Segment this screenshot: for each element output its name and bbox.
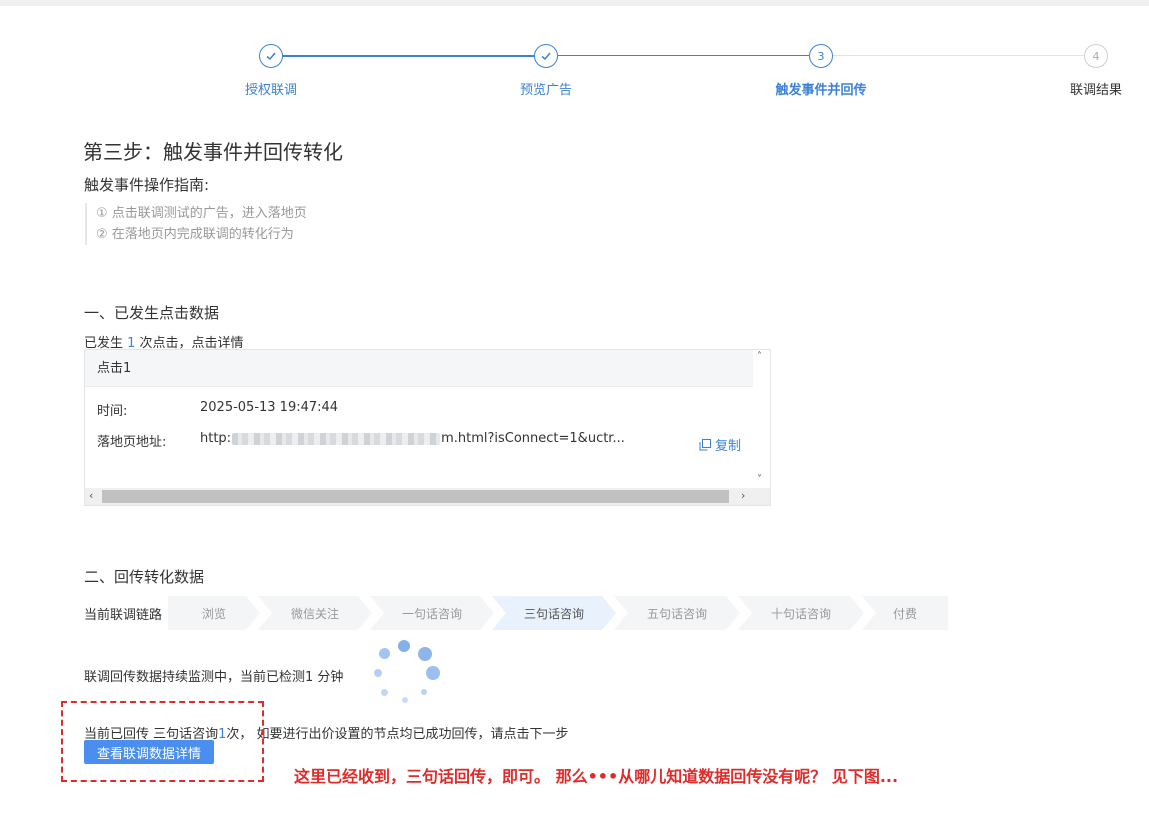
step-4-number: 4 (1084, 44, 1108, 68)
step-line-2 (558, 55, 809, 56)
scroll-left-icon[interactable]: ‹ (89, 489, 93, 502)
chain-item-three-sentence: 三句话咨询 (492, 596, 616, 630)
chain-item-browse: 浏览 (168, 596, 260, 630)
time-label: 时间: (97, 404, 128, 419)
step-2-label: 预览广告 (519, 83, 573, 98)
step-3-label: 触发事件并回传 (775, 83, 867, 98)
conversion-chain: 浏览 微信关注 一句话咨询 三句话咨询 五句话咨询 十句话咨询 付费 (168, 596, 948, 630)
step-3-number: 3 (809, 44, 833, 68)
spinner-dot (379, 648, 390, 659)
copy-label: 复制 (715, 439, 742, 454)
blurred-url-segment (232, 432, 441, 445)
spinner-dot (421, 689, 427, 695)
step-line-3 (833, 55, 1084, 56)
red-annotation-text: 这里已经收到，三句话回传，即可。 那么•••从哪儿知道数据回传没有呢？ 见下图.… (294, 767, 899, 786)
guide-item: ① 点击联调测试的广告，进入落地页 (96, 206, 307, 221)
spinner-dot (426, 666, 440, 680)
chain-item-one-sentence: 一句话咨询 (370, 596, 494, 630)
click-panel-header: 点击1 (85, 350, 754, 387)
step-2-check-icon (534, 44, 558, 68)
step-line-1 (283, 55, 534, 57)
loading-spinner-icon (370, 638, 442, 704)
copy-icon (699, 438, 711, 450)
step-1-check-icon (259, 44, 283, 68)
guide-heading: 触发事件操作指南: (84, 176, 210, 194)
url-value: http: m.html?isConnect=1&uctr... (200, 431, 625, 446)
url-label: 落地页地址: (97, 435, 167, 450)
monitor-status: 联调回传数据持续监测中，当前已检测1 分钟 (84, 670, 344, 685)
scroll-up-icon[interactable]: ˄ (757, 351, 762, 362)
url-prefix: http: (200, 431, 232, 446)
chain-label: 当前联调链路 (84, 608, 163, 623)
spinner-dot (374, 669, 382, 677)
chain-item-payment: 付费 (862, 596, 948, 630)
scroll-down-icon[interactable]: ˅ (757, 474, 762, 485)
result-suffix: 次， 如要进行出价设置的节点均已成功回传，请点击下一步 (226, 727, 569, 742)
copy-button[interactable]: 复制 (699, 435, 741, 454)
guide-list: ① 点击联调测试的广告，进入落地页 ② 在落地页内完成联调的转化行为 (85, 203, 307, 245)
highlight-dashed-box (61, 701, 264, 782)
click-section-title: 一、已发生点击数据 (84, 304, 220, 322)
spinner-dot (402, 697, 408, 703)
scrollbar-thumb[interactable] (102, 490, 729, 503)
vertical-scrollbar[interactable]: ˄ ˅ (753, 350, 770, 490)
conversion-section-title: 二、回传转化数据 (84, 568, 205, 586)
click-detail-panel[interactable]: 点击1 时间: 2025-05-13 19:47:44 落地页地址: http:… (84, 349, 771, 506)
chain-item-five-sentence: 五句话咨询 (614, 596, 740, 630)
guide-item: ② 在落地页内完成联调的转化行为 (96, 227, 294, 242)
chain-item-ten-sentence: 十句话咨询 (738, 596, 864, 630)
top-bar (0, 0, 1149, 6)
scroll-right-icon[interactable]: › (741, 489, 745, 502)
time-value: 2025-05-13 19:47:44 (200, 400, 339, 415)
url-suffix: m.html?isConnect=1&uctr... (441, 431, 625, 446)
chain-item-wechat: 微信关注 (258, 596, 372, 630)
spinner-dot (418, 647, 432, 661)
page-title: 第三步：触发事件并回传转化 (83, 140, 343, 164)
step-1-label: 授权联调 (244, 83, 298, 98)
horizontal-scrollbar[interactable]: ‹ › (85, 488, 770, 505)
spinner-dot (398, 640, 410, 652)
step-4-label: 联调结果 (1069, 83, 1123, 98)
spinner-dot (381, 689, 388, 696)
